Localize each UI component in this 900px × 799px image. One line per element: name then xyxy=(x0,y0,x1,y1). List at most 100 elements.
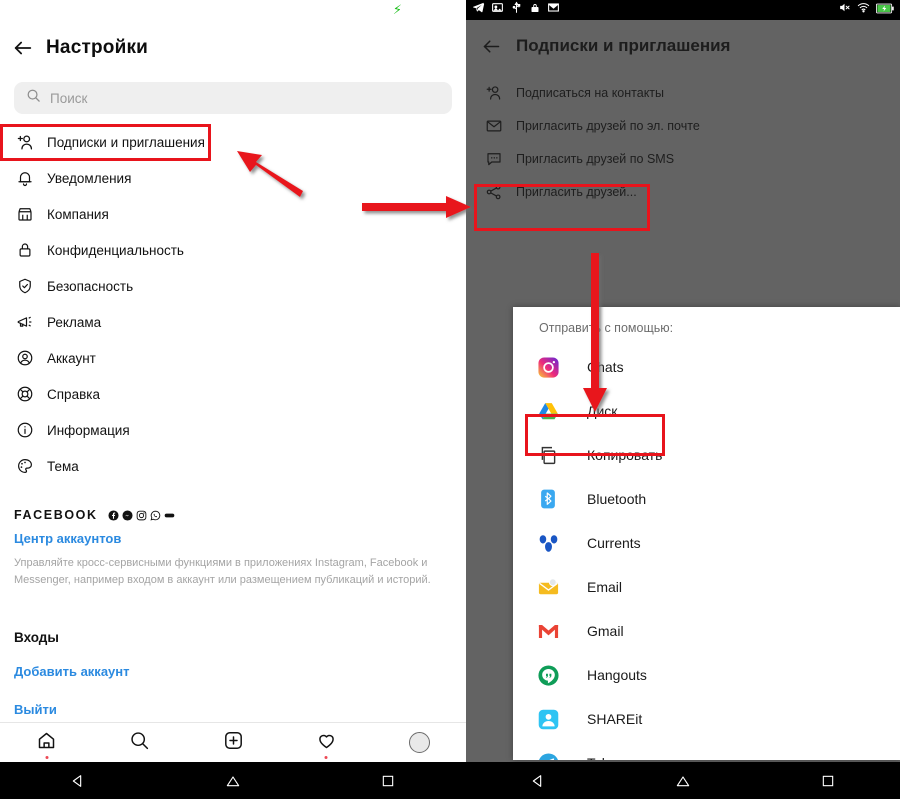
usb-icon xyxy=(510,1,523,19)
share-item-label: Gmail xyxy=(587,623,624,639)
add-account-link[interactable]: Добавить аккаунт xyxy=(14,664,130,679)
sidebar-item-security[interactable]: Безопасность xyxy=(0,268,466,304)
tab-create[interactable] xyxy=(186,723,279,763)
search-icon xyxy=(26,88,41,108)
accounts-center-link[interactable]: Центр аккаунтов xyxy=(14,531,454,546)
share-item-label: Диск xyxy=(587,403,618,419)
share-item-chats[interactable]: Chats xyxy=(513,345,900,389)
lock-icon xyxy=(14,239,36,261)
share-sheet: Отправить с помощью: Chats Диск Копирова… xyxy=(513,307,900,760)
bluetooth-icon xyxy=(535,486,561,512)
share-item-copy[interactable]: Копировать xyxy=(513,433,900,477)
tab-activity[interactable] xyxy=(280,723,373,763)
facebook-icon xyxy=(108,509,119,521)
home-pentagon-icon[interactable] xyxy=(155,773,310,789)
sidebar-item-help[interactable]: Справка xyxy=(0,376,466,412)
sidebar-item-label: Информация xyxy=(47,422,130,438)
invites-menu-list: Подписаться на контакты Пригласить друзе… xyxy=(466,76,900,208)
shield-check-icon xyxy=(14,275,36,297)
share-item-shareit[interactable]: SHAREit xyxy=(513,697,900,741)
search-placeholder: Поиск xyxy=(50,90,88,106)
left-status-bar: ⚡ xyxy=(0,0,466,22)
facebook-section: FACEBOOK Центр аккаунтов Управляйте крос… xyxy=(14,508,454,589)
search-icon xyxy=(129,730,150,756)
page-title: Подписки и приглашения xyxy=(516,36,731,55)
sidebar-item-label: Реклама xyxy=(47,314,102,330)
facebook-wordmark: FACEBOOK xyxy=(14,508,98,522)
lifebuoy-icon xyxy=(14,383,36,405)
sms-bubble-icon xyxy=(484,149,504,169)
sidebar-item-subscriptions[interactable]: Подписки и приглашения xyxy=(0,124,466,160)
menu-item-invite-email[interactable]: Пригласить друзей по эл. почте xyxy=(466,109,900,142)
megaphone-icon xyxy=(14,311,36,333)
mute-icon xyxy=(838,1,851,19)
settings-menu-list: Подписки и приглашения Уведомления Компа… xyxy=(0,124,466,484)
logins-heading: Входы xyxy=(14,630,59,645)
telegram-icon xyxy=(472,1,485,19)
palette-icon xyxy=(14,455,36,477)
sidebar-item-label: Тема xyxy=(47,458,79,474)
logout-link[interactable]: Выйти xyxy=(14,702,57,717)
screenshot-root: ⚡ Настройки Поиск Подписки и приглашения… xyxy=(0,0,900,799)
home-icon xyxy=(36,730,57,756)
share-item-telegram[interactable]: Telegram xyxy=(513,741,900,760)
envelope-icon xyxy=(484,116,504,136)
follow-person-icon xyxy=(484,83,504,103)
sidebar-item-business[interactable]: Компания xyxy=(0,196,466,232)
sidebar-item-ads[interactable]: Реклама xyxy=(0,304,466,340)
share-item-hangouts[interactable]: Hangouts xyxy=(513,653,900,697)
sidebar-item-label: Аккаунт xyxy=(47,350,96,366)
menu-item-invite-sms[interactable]: Пригласить друзей по SMS xyxy=(466,142,900,175)
share-item-email[interactable]: Email xyxy=(513,565,900,609)
info-circle-icon xyxy=(14,419,36,441)
tab-profile[interactable] xyxy=(373,723,466,763)
tab-home[interactable] xyxy=(0,723,93,763)
recents-square-icon[interactable] xyxy=(755,774,900,788)
tab-search[interactable] xyxy=(93,723,186,763)
back-arrow-icon[interactable] xyxy=(0,37,46,59)
shareit-icon xyxy=(535,706,561,732)
sidebar-item-theme[interactable]: Тема xyxy=(0,448,466,484)
sidebar-item-label: Подписки и приглашения xyxy=(47,134,205,150)
back-arrow-icon[interactable] xyxy=(466,36,516,57)
sidebar-item-privacy[interactable]: Конфиденциальность xyxy=(0,232,466,268)
portal-icon xyxy=(164,510,175,521)
share-item-bluetooth[interactable]: Bluetooth xyxy=(513,477,900,521)
recents-square-icon[interactable] xyxy=(311,774,466,788)
home-pentagon-icon[interactable] xyxy=(611,773,756,789)
back-triangle-icon[interactable] xyxy=(466,773,611,789)
share-item-gmail[interactable]: Gmail xyxy=(513,609,900,653)
menu-item-follow-contacts[interactable]: Подписаться на контакты xyxy=(466,76,900,109)
sidebar-item-account[interactable]: Аккаунт xyxy=(0,340,466,376)
share-item-label: Chats xyxy=(587,359,624,375)
sidebar-item-notifications[interactable]: Уведомления xyxy=(0,160,466,196)
bottom-tab-bar xyxy=(0,722,466,762)
share-sheet-title: Отправить с помощью: xyxy=(539,321,674,335)
sidebar-item-about[interactable]: Информация xyxy=(0,412,466,448)
bell-icon xyxy=(14,167,36,189)
plus-box-icon xyxy=(223,730,244,756)
share-item-label: Email xyxy=(587,579,623,595)
page-title: Настройки xyxy=(46,37,149,58)
menu-item-invite-friends[interactable]: Пригласить друзей... xyxy=(466,175,900,208)
instagram-icon xyxy=(535,354,561,380)
gmail-icon xyxy=(535,618,561,644)
copy-icon xyxy=(535,442,561,468)
invites-header: Подписки и приглашения xyxy=(466,24,900,68)
back-triangle-icon[interactable] xyxy=(0,773,155,789)
menu-item-label: Пригласить друзей по SMS xyxy=(516,151,675,166)
telegram-icon xyxy=(535,750,561,760)
share-item-label: Currents xyxy=(587,535,641,551)
share-item-label: SHAREit xyxy=(587,711,643,727)
account-circle-icon xyxy=(14,347,36,369)
heart-icon xyxy=(316,730,337,756)
messenger-icon xyxy=(122,509,133,521)
sidebar-item-label: Безопасность xyxy=(47,278,134,294)
search-input[interactable]: Поиск xyxy=(14,82,452,114)
sidebar-item-label: Справка xyxy=(47,386,100,402)
menu-item-label: Пригласить друзей по эл. почте xyxy=(516,118,700,133)
share-item-currents[interactable]: Currents xyxy=(513,521,900,565)
email-icon xyxy=(535,574,561,600)
activity-badge-dot xyxy=(324,755,328,759)
share-item-drive[interactable]: Диск xyxy=(513,389,900,433)
